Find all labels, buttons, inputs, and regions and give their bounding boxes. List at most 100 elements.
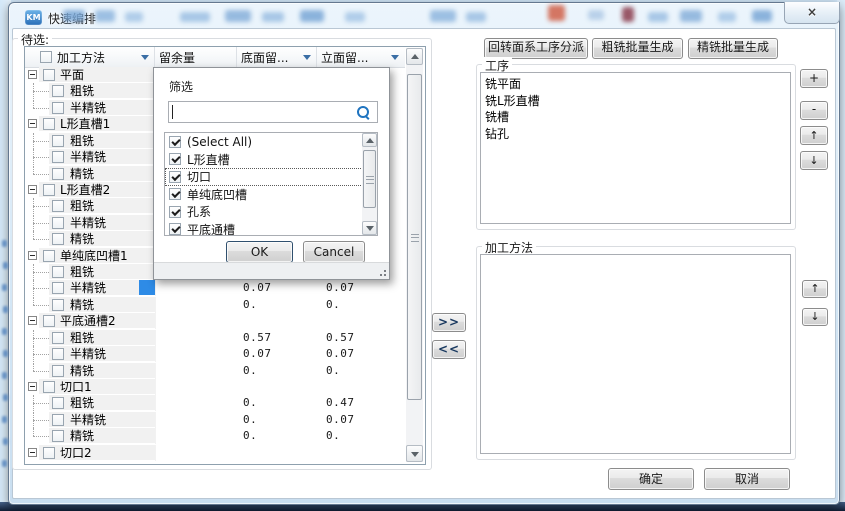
collapse-icon[interactable] [28, 185, 37, 194]
row-checkbox[interactable] [43, 118, 55, 130]
filter-dropdown-icon[interactable] [391, 55, 399, 60]
row-checkbox[interactable] [52, 299, 64, 311]
cell-side-allowance[interactable]: 0.47 [318, 395, 405, 411]
filter-list-scrollbar[interactable] [362, 133, 377, 235]
scrollbar-thumb[interactable] [407, 74, 422, 400]
move-up-button[interactable]: ↑ [800, 126, 828, 145]
cell-side-allowance[interactable]: 0.57 [318, 330, 405, 346]
filter-search-input[interactable] [168, 101, 378, 123]
filter-item-checkbox[interactable] [169, 188, 181, 200]
cell-bottom-allowance[interactable] [238, 379, 318, 395]
collapse-icon[interactable] [28, 448, 37, 457]
row-checkbox[interactable] [52, 266, 64, 278]
tree-row[interactable]: 精铣0.0. [25, 428, 405, 444]
cell-allowance[interactable] [155, 395, 238, 411]
tree-row[interactable]: 半精铣0.070.07 [25, 280, 405, 296]
scroll-up-button[interactable] [362, 133, 377, 147]
collapse-icon[interactable] [28, 70, 37, 79]
filter-item-checkbox[interactable] [169, 206, 181, 218]
cell-allowance[interactable] [155, 363, 238, 379]
scroll-down-button[interactable] [362, 221, 377, 235]
row-checkbox[interactable] [52, 168, 64, 180]
cell-allowance[interactable] [155, 445, 238, 461]
resize-grip-icon[interactable] [378, 268, 386, 276]
select-all-checkbox[interactable] [40, 51, 52, 63]
row-checkbox[interactable] [52, 233, 64, 245]
cell-side-allowance[interactable]: 0.07 [318, 346, 405, 362]
filter-dropdown-icon[interactable] [141, 55, 149, 60]
cell-allowance[interactable] [155, 330, 238, 346]
scrollbar-thumb[interactable] [363, 150, 376, 208]
method-down-button[interactable]: ↓ [802, 308, 828, 326]
collapse-icon[interactable] [28, 251, 37, 260]
cell-side-allowance[interactable]: 0. [318, 363, 405, 379]
collapse-icon[interactable] [28, 382, 37, 391]
process-list-item[interactable]: 钻孔 [481, 126, 790, 143]
collapse-icon[interactable] [28, 119, 37, 128]
cell-side-allowance[interactable]: 0.07 [318, 280, 405, 296]
cell-allowance[interactable] [155, 313, 238, 329]
cancel-button[interactable]: 取消 [704, 468, 790, 490]
row-checkbox[interactable] [43, 381, 55, 393]
row-checkbox[interactable] [52, 135, 64, 147]
tree-row[interactable]: 精铣0.0. [25, 297, 405, 313]
row-checkbox[interactable] [43, 69, 55, 81]
tree-row[interactable]: 切口2 [25, 445, 405, 461]
cell-side-allowance[interactable] [318, 445, 405, 461]
cell-bottom-allowance[interactable]: 0. [238, 363, 318, 379]
search-icon[interactable] [356, 105, 371, 120]
cell-allowance[interactable] [155, 297, 238, 313]
remove-button[interactable]: - [800, 101, 828, 120]
scroll-up-button[interactable] [406, 48, 423, 65]
filter-item-checkbox[interactable] [169, 171, 181, 183]
cell-bottom-allowance[interactable]: 0. [238, 428, 318, 444]
tree-row[interactable]: 平底通槽2 [25, 313, 405, 329]
move-down-button[interactable]: ↓ [800, 151, 828, 170]
cell-bottom-allowance[interactable]: 0. [238, 297, 318, 313]
row-checkbox[interactable] [43, 315, 55, 327]
cell-allowance[interactable] [155, 346, 238, 362]
cell-side-allowance[interactable] [318, 379, 405, 395]
filter-ok-button[interactable]: OK [226, 241, 293, 263]
tree-row[interactable]: 精铣0.0. [25, 363, 405, 379]
process-list-item[interactable]: 铣平面 [481, 76, 790, 93]
cell-side-allowance[interactable] [318, 313, 405, 329]
filter-item-checkbox[interactable] [169, 223, 181, 235]
row-checkbox[interactable] [52, 414, 64, 426]
rough-batch-button[interactable]: 粗铣批量生成 [592, 38, 683, 59]
title-bar[interactable]: KM 快速编排 [8, 2, 838, 28]
tree-row[interactable]: 半精铣0.0.07 [25, 412, 405, 428]
method-list[interactable] [480, 254, 791, 454]
cell-allowance[interactable] [155, 428, 238, 444]
row-checkbox[interactable] [52, 332, 64, 344]
close-button[interactable]: × [784, 2, 840, 24]
tree-row[interactable]: 粗铣0.0.47 [25, 395, 405, 411]
filter-list-item[interactable]: 单纯底凹槽 [165, 186, 377, 204]
filter-dropdown-icon[interactable] [303, 55, 311, 60]
cell-allowance[interactable] [155, 379, 238, 395]
process-list-item[interactable]: 铣L形直槽 [481, 93, 790, 110]
tree-row[interactable]: 半精铣0.070.07 [25, 346, 405, 362]
filter-list-item[interactable]: 孔系 [165, 203, 377, 221]
filter-list-item[interactable]: 切口 [165, 168, 377, 186]
cell-bottom-allowance[interactable]: 0. [238, 412, 318, 428]
add-button[interactable]: + [800, 69, 828, 88]
filter-list-item[interactable]: (Select All) [165, 133, 377, 151]
filter-list-item[interactable]: 平底通槽 [165, 221, 377, 237]
filter-item-checkbox[interactable] [169, 136, 181, 148]
row-checkbox[interactable] [43, 250, 55, 262]
cell-allowance[interactable] [155, 280, 238, 296]
cell-bottom-allowance[interactable] [238, 445, 318, 461]
rotary-dispatch-button[interactable]: 回转面系工序分派 [484, 38, 588, 59]
row-checkbox[interactable] [52, 430, 64, 442]
scroll-down-button[interactable] [406, 445, 423, 462]
row-checkbox[interactable] [52, 282, 64, 294]
transfer-left-button[interactable]: << [432, 340, 466, 359]
header-col-allowance[interactable]: 留余量 [155, 47, 237, 67]
header-col-bottom[interactable]: 底面留... [237, 47, 317, 67]
cell-bottom-allowance[interactable]: 0.57 [238, 330, 318, 346]
method-up-button[interactable]: ↑ [802, 280, 828, 298]
row-checkbox[interactable] [52, 348, 64, 360]
transfer-right-button[interactable]: >> [432, 313, 466, 332]
header-col-side[interactable]: 立面留... [317, 47, 404, 67]
